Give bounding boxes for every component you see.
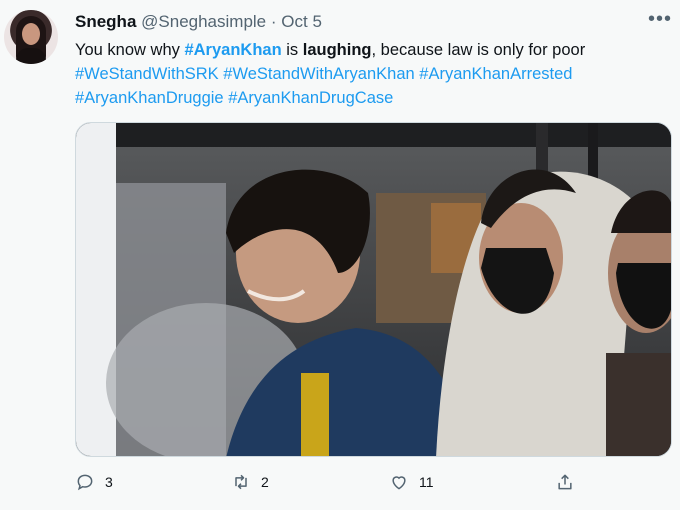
tweet-photo[interactable] xyxy=(75,122,672,457)
text-segment: You know why xyxy=(75,41,185,59)
tweet-date[interactable]: Oct 5 xyxy=(281,12,322,31)
retweet-count: 2 xyxy=(261,474,269,490)
heart-icon xyxy=(392,476,406,490)
author-name[interactable]: Snegha xyxy=(75,12,136,31)
share-button[interactable] xyxy=(555,472,585,492)
like-count: 11 xyxy=(419,474,434,490)
avatar[interactable] xyxy=(4,10,58,64)
reply-button[interactable]: 3 xyxy=(75,472,113,492)
hashtag-link[interactable]: #AryanKhanArrested xyxy=(419,65,572,83)
reply-icon xyxy=(77,474,93,491)
tweet-actions: 3 2 11 xyxy=(75,472,615,500)
tweet-card[interactable]: Snegha @Sneghasimple · Oct 5 ••• You kno… xyxy=(0,0,680,510)
text-segment-bold: laughing xyxy=(302,41,372,59)
retweet-icon xyxy=(235,474,247,490)
header-separator: · xyxy=(270,12,277,31)
reply-count: 3 xyxy=(105,474,113,490)
tweet-text: You know why #AryanKhan is laughing, bec… xyxy=(75,38,665,110)
hashtag-link[interactable]: #AryanKhanDrugCase xyxy=(228,89,393,107)
photo-car-interior xyxy=(76,123,671,456)
more-options-icon[interactable]: ••• xyxy=(648,8,672,31)
hashtag-link[interactable]: #WeStandWithSRK xyxy=(75,65,219,83)
share-icon xyxy=(558,474,572,490)
hashtag-link[interactable]: #AryanKhanDruggie xyxy=(75,89,224,107)
text-segment: , because law is only for poor xyxy=(371,41,586,59)
author-handle[interactable]: @Sneghasimple xyxy=(141,12,266,31)
retweet-button[interactable]: 2 xyxy=(231,472,269,492)
hashtag-link[interactable]: #WeStandWithAryanKhan xyxy=(223,65,414,83)
like-button[interactable]: 11 xyxy=(389,472,434,492)
tweet-header: Snegha @Sneghasimple · Oct 5 xyxy=(75,12,322,32)
hashtag-link[interactable]: #AryanKhan xyxy=(184,41,281,59)
text-segment: is xyxy=(281,41,303,59)
